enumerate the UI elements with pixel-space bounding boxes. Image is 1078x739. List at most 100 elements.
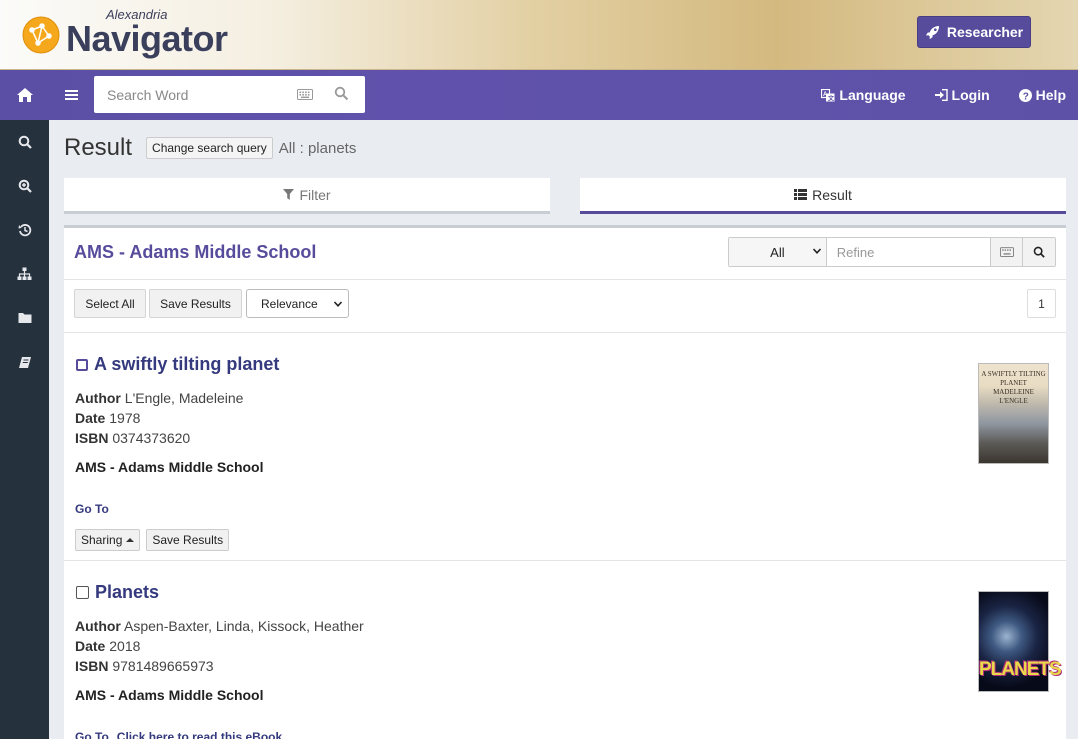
login-link[interactable]: Login: [934, 87, 990, 103]
isbn-label: ISBN: [75, 430, 109, 446]
sitemap-icon: [17, 267, 32, 280]
logo-mark-icon: [22, 16, 60, 54]
refine-search-button[interactable]: [1022, 238, 1056, 266]
sort-select[interactable]: Relevance: [246, 289, 349, 318]
keyboard-icon[interactable]: [297, 89, 313, 100]
change-search-query-button[interactable]: Change search query: [146, 137, 273, 159]
logo-big-text: Navigator: [66, 18, 228, 59]
page-number-button[interactable]: 1: [1027, 289, 1056, 318]
record-actions: Sharing Save Results: [75, 529, 230, 551]
isbn-value: 0374373620: [112, 430, 191, 446]
tab-result-label: Result: [812, 186, 852, 203]
book-cover-image[interactable]: A SWIFTLY TILTING PLANET MADELEINE L'ENG…: [978, 363, 1049, 464]
search-submit-icon[interactable]: [334, 86, 349, 101]
folder-icon: [18, 313, 31, 323]
isbn-label: ISBN: [75, 658, 109, 674]
chevron-down-icon: [812, 248, 821, 254]
record-title-row: Planets: [76, 582, 159, 603]
isbn-row: ISBN 0374373620: [75, 428, 243, 448]
isbn-value: 9781489665973: [112, 658, 214, 674]
record-checkbox[interactable]: [76, 358, 88, 371]
select-all-button[interactable]: Select All: [74, 289, 146, 318]
record-title-link[interactable]: A swiftly tilting planet: [94, 354, 279, 375]
top-navigation: A文 Language Login ? Help: [49, 70, 1078, 120]
sidebar-item-sitemap[interactable]: [0, 252, 49, 296]
researcher-label: Researcher: [946, 24, 1024, 40]
record-checkbox[interactable]: [76, 586, 89, 599]
sort-select-value: Relevance: [261, 296, 318, 311]
help-link[interactable]: ? Help: [1018, 87, 1066, 103]
record-title-link[interactable]: Planets: [95, 582, 159, 603]
tab-result[interactable]: Result: [580, 178, 1066, 214]
keyboard-icon: [999, 247, 1014, 257]
result-title-row: Result Change search query All : planets: [64, 134, 356, 162]
history-icon: [18, 224, 31, 237]
scope-select[interactable]: All: [729, 238, 827, 266]
record-fields: Author L'Engle, Madeleine Date 1978 ISBN…: [75, 388, 243, 448]
result-record: A swiftly tilting planet Author L'Engle,…: [64, 333, 1066, 561]
author-value: L'Engle, Madeleine: [124, 390, 244, 406]
home-icon: [16, 88, 33, 102]
search-input[interactable]: [94, 76, 294, 113]
book-icon: [18, 356, 31, 368]
results-toolbar: Select All Save Results Relevance 1: [64, 280, 1066, 333]
sharing-button[interactable]: Sharing: [75, 529, 141, 551]
isbn-row: ISBN 9781489665973: [75, 656, 364, 676]
zoom-in-icon: [18, 179, 32, 193]
search-icon: [1033, 246, 1045, 258]
refine-keyboard-button[interactable]: [989, 238, 1023, 266]
language-link[interactable]: A文 Language: [821, 87, 906, 103]
record-save-results-button[interactable]: Save Results: [146, 529, 230, 551]
read-ebook-link[interactable]: Click here to read this eBook: [117, 730, 282, 739]
school-title: AMS - Adams Middle School: [74, 242, 317, 262]
save-results-button[interactable]: Save Results: [149, 289, 242, 318]
tab-filter[interactable]: Filter: [64, 178, 550, 214]
refine-input[interactable]: [826, 238, 990, 266]
search-box: [94, 76, 365, 113]
record-title-row: A swiftly tilting planet: [76, 354, 279, 375]
logo-small-text: Alexandria: [106, 7, 168, 22]
record-location: AMS - Adams Middle School: [75, 687, 264, 703]
sidebar-item-books[interactable]: [0, 340, 49, 384]
page-title: Result: [64, 134, 133, 161]
list-icon: [794, 189, 808, 200]
nav-right-links: A文 Language Login ? Help: [821, 70, 1078, 120]
hamburger-icon: [64, 90, 78, 100]
app-header: Alexandria Navigator Researcher: [0, 0, 1078, 70]
logo[interactable]: Alexandria Navigator: [22, 7, 228, 60]
results-header: AMS - Adams Middle School All: [64, 228, 1066, 280]
date-row: Date 2018: [75, 636, 364, 656]
cover-title-text: PLANETS: [979, 659, 1062, 680]
query-text: All : planets: [278, 139, 357, 157]
author-row: Author L'Engle, Madeleine: [75, 388, 243, 408]
sidebar: [0, 70, 49, 739]
rocket-icon: [925, 25, 939, 39]
go-to-link[interactable]: Go To: [75, 502, 109, 516]
record-links: Go To Click here to read this eBook: [75, 730, 282, 739]
filter-icon: [283, 189, 295, 200]
svg-text:?: ?: [1022, 91, 1028, 102]
record-links: Go To: [75, 502, 109, 516]
sidebar-item-history[interactable]: [0, 208, 49, 252]
record-location: AMS - Adams Middle School: [75, 459, 264, 475]
question-circle-icon: ?: [1018, 88, 1032, 102]
sidebar-item-home[interactable]: [0, 70, 49, 120]
chevron-down-icon: [333, 301, 343, 307]
sidebar-item-search[interactable]: [0, 120, 49, 164]
sidebar-item-advanced-search[interactable]: [0, 164, 49, 208]
date-value: 2018: [109, 638, 141, 654]
author-row: Author Aspen-Baxter, Linda, Kissock, Hea…: [75, 616, 364, 636]
refine-group: All: [728, 237, 1056, 267]
menu-toggle-button[interactable]: [61, 85, 81, 105]
cover-title-text: A SWIFTLY TILTING PLANET MADELEINE L'ENG…: [981, 370, 1046, 405]
date-value: 1978: [109, 410, 141, 426]
search-icon: [18, 135, 32, 149]
book-cover-image[interactable]: PLANETS: [978, 591, 1062, 692]
go-to-link[interactable]: Go To: [75, 730, 109, 739]
record-fields: Author Aspen-Baxter, Linda, Kissock, Hea…: [75, 616, 364, 676]
caret-up-icon: [126, 538, 135, 542]
researcher-button[interactable]: Researcher: [917, 16, 1031, 48]
sidebar-item-folder[interactable]: [0, 296, 49, 340]
author-label: Author: [75, 390, 121, 406]
language-icon: A文: [821, 88, 835, 102]
